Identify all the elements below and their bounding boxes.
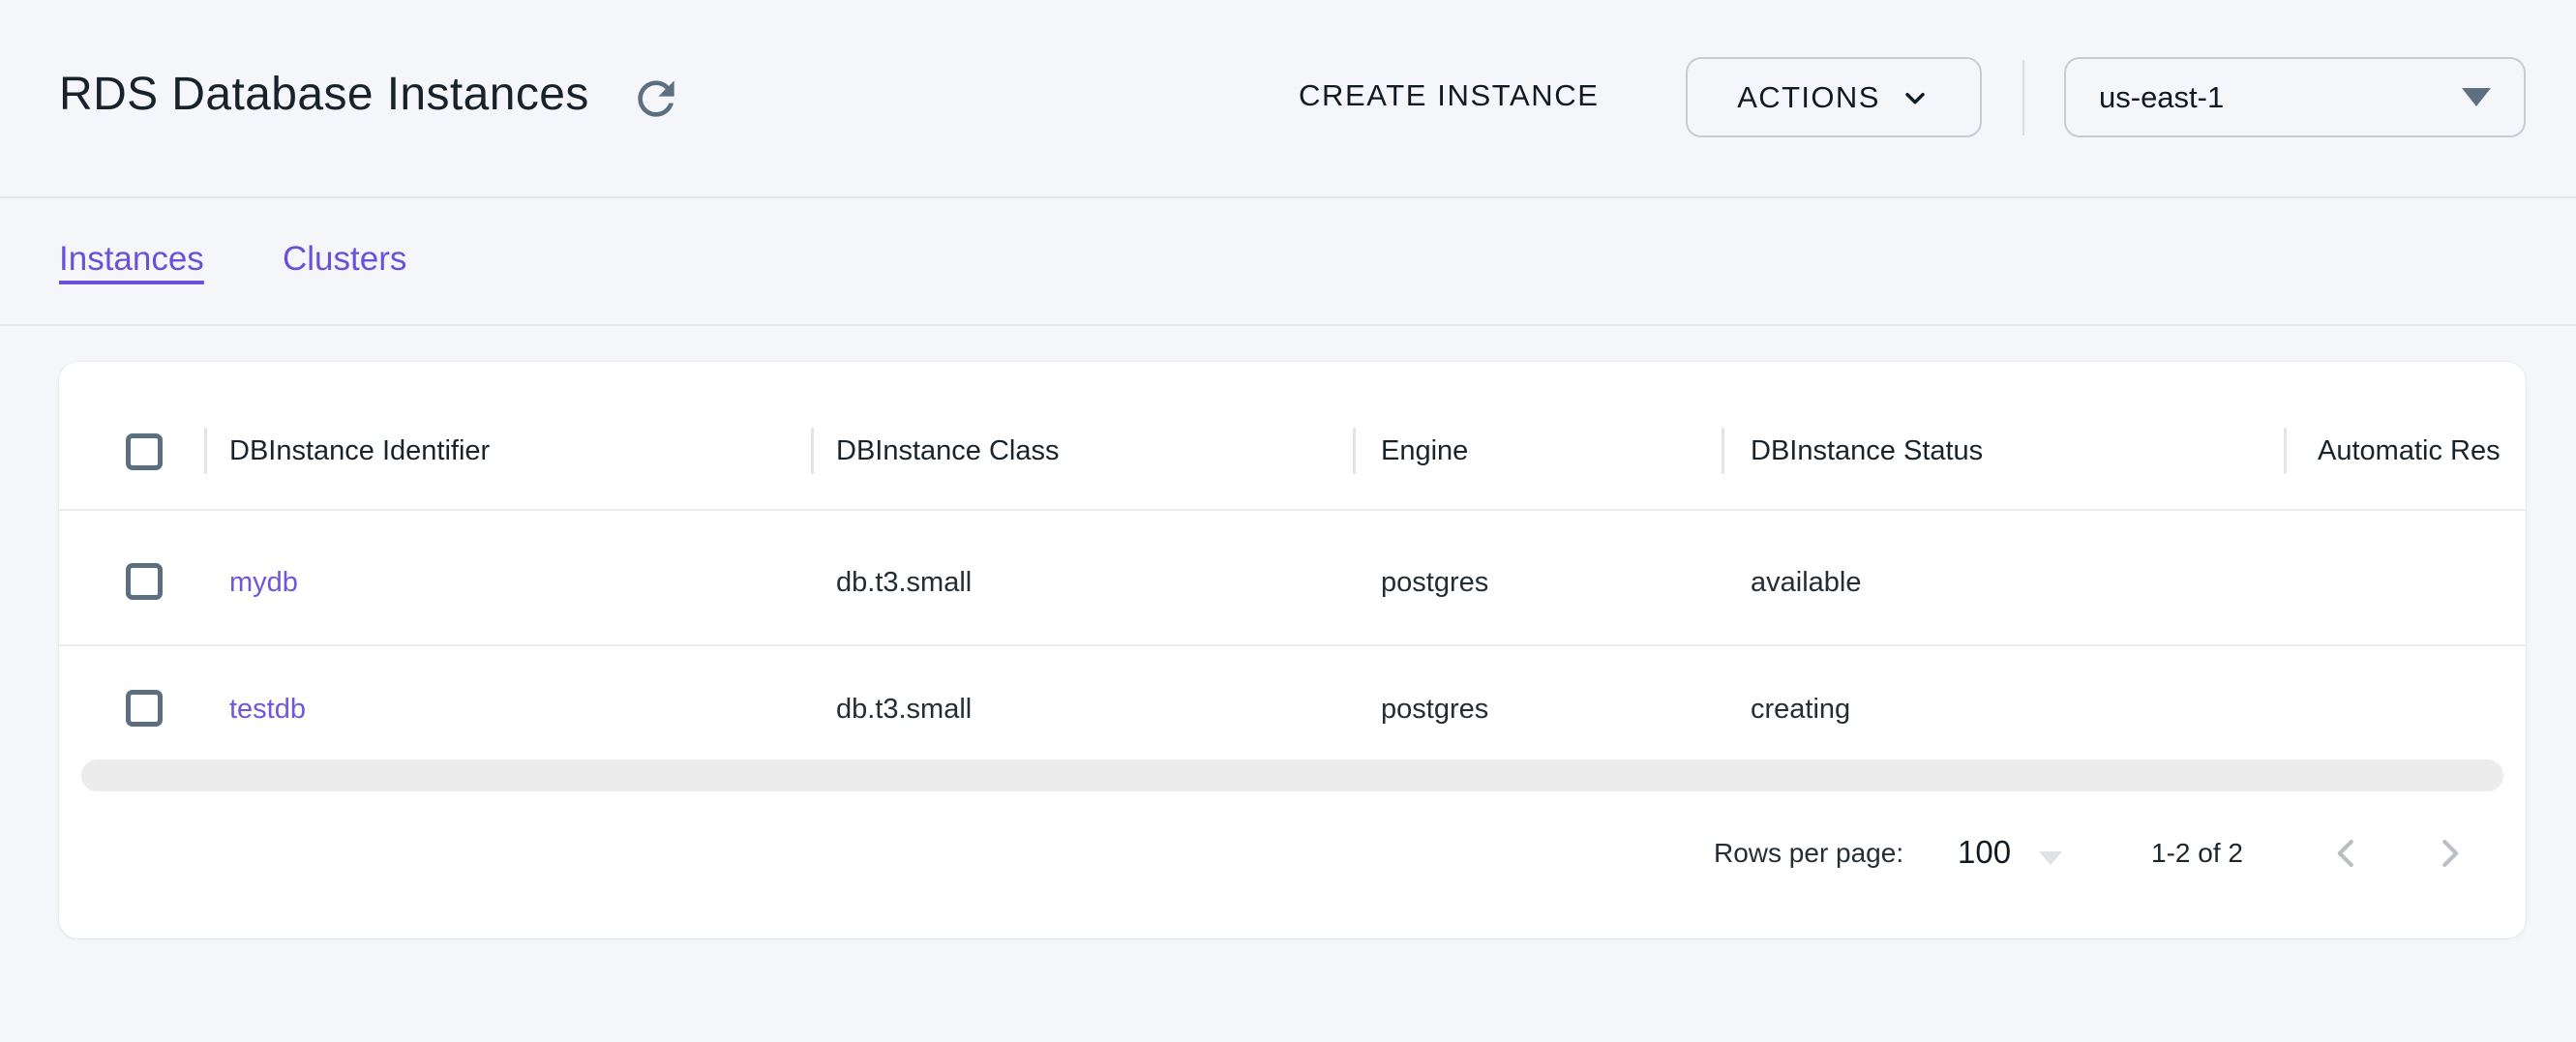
instance-link[interactable]: mydb xyxy=(229,567,298,599)
cell-class: db.t3.small xyxy=(836,694,972,726)
rows-per-page-label: Rows per page: xyxy=(1714,838,1903,869)
actions-button[interactable]: ACTIONS xyxy=(1686,57,1982,137)
refresh-button[interactable] xyxy=(629,72,683,126)
chevron-down-icon xyxy=(1900,82,1931,113)
column-separator[interactable] xyxy=(204,428,207,474)
chevron-right-icon xyxy=(2426,830,2472,877)
row-divider xyxy=(59,644,2526,646)
rows-per-page-caret-icon[interactable] xyxy=(2039,851,2062,865)
tab-clusters[interactable]: Clusters xyxy=(283,240,406,279)
cell-engine: postgres xyxy=(1381,567,1488,599)
column-separator[interactable] xyxy=(2284,428,2287,474)
select-all-checkbox[interactable] xyxy=(126,433,163,470)
column-header-automatic-res[interactable]: Automatic Res xyxy=(2318,435,2501,467)
actions-button-label: ACTIONS xyxy=(1737,80,1880,115)
column-separator[interactable] xyxy=(811,428,814,474)
header-row-divider xyxy=(59,509,2526,511)
rds-instances-page: RDS Database Instances CREATE INSTANCE A… xyxy=(0,0,2576,1042)
column-header-engine[interactable]: Engine xyxy=(1381,435,1468,467)
region-caret-icon xyxy=(2462,88,2491,106)
cell-class: db.t3.small xyxy=(836,567,972,599)
column-header-status[interactable]: DBInstance Status xyxy=(1751,435,1983,467)
rows-per-page-select[interactable]: 100 xyxy=(1958,834,2011,871)
tabs-divider xyxy=(0,324,2576,326)
pagination-range: 1-2 of 2 xyxy=(2151,838,2243,869)
cell-engine: postgres xyxy=(1381,694,1488,726)
page-title: RDS Database Instances xyxy=(59,68,589,121)
create-instance-button[interactable]: CREATE INSTANCE xyxy=(1299,78,1600,113)
toolbar-divider xyxy=(2022,60,2024,135)
row-checkbox[interactable] xyxy=(126,563,163,600)
cell-status: creating xyxy=(1751,694,1850,726)
region-selector-value: us-east-1 xyxy=(2099,80,2224,115)
header-divider xyxy=(0,196,2576,198)
instance-link[interactable]: testdb xyxy=(229,694,306,726)
column-header-class[interactable]: DBInstance Class xyxy=(836,435,1060,467)
refresh-icon xyxy=(629,72,683,126)
column-separator[interactable] xyxy=(1722,428,1724,474)
next-page-button[interactable] xyxy=(2426,830,2472,877)
cell-status: available xyxy=(1751,567,1861,599)
column-header-identifier[interactable]: DBInstance Identifier xyxy=(229,435,490,467)
horizontal-scrollbar[interactable] xyxy=(81,759,2503,791)
instances-table-card: DBInstance Identifier DBInstance Class E… xyxy=(59,362,2526,938)
previous-page-button[interactable] xyxy=(2323,830,2370,877)
region-selector[interactable]: us-east-1 xyxy=(2064,57,2526,137)
chevron-left-icon xyxy=(2323,830,2370,877)
column-separator[interactable] xyxy=(1353,428,1356,474)
tab-instances[interactable]: Instances xyxy=(59,240,204,279)
row-checkbox[interactable] xyxy=(126,690,163,727)
